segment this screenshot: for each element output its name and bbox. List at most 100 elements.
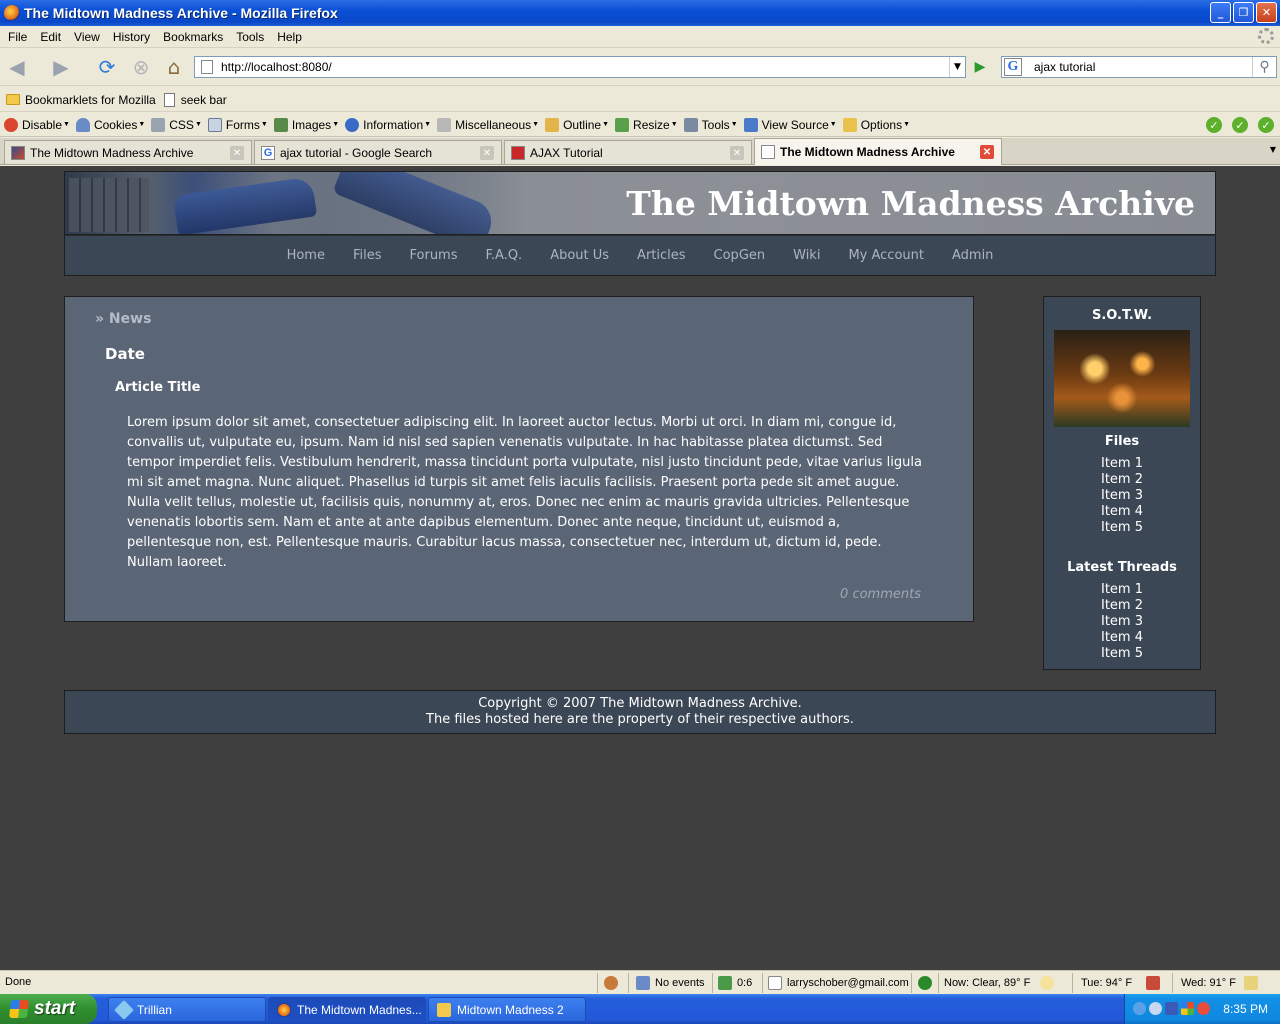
header-photo [65,172,525,234]
tab-close-icon[interactable]: ✕ [230,146,244,160]
dev-label: Outline [563,117,602,132]
sotw-screenshot[interactable] [1054,330,1190,427]
tray-arrow-icon[interactable] [1133,1002,1146,1015]
gmail-status[interactable]: larryschober@gmail.com [768,975,909,991]
tab-list-dropdown-icon[interactable]: ▼ [1270,145,1276,154]
tab-midtown-archive-1[interactable]: The Midtown Madness Archive ✕ [4,140,252,164]
task-trillian[interactable]: Trillian [108,997,266,1022]
task-midtown-folder[interactable]: Midtown Madness 2 [428,997,586,1022]
thread-item[interactable]: Item 2 [1044,598,1200,614]
nav-copgen[interactable]: CopGen [714,248,766,263]
dev-forms-button[interactable]: Forms ▼ [207,117,268,132]
js-check-icon[interactable]: ✓ [1258,117,1274,133]
connection-status[interactable] [918,975,937,991]
menu-history[interactable]: History [108,30,158,44]
dev-options-button[interactable]: Options ▼ [842,117,910,132]
tray-app-icon[interactable] [1165,1002,1178,1015]
status-text: Done [5,976,32,988]
tab-close-icon[interactable]: ✕ [730,146,744,160]
dev-miscellaneous-button[interactable]: Miscellaneous ▼ [437,117,539,132]
nav-home[interactable]: Home [287,248,325,263]
nav-wiki[interactable]: Wiki [793,248,820,263]
close-button[interactable]: ✕ [1256,2,1277,23]
menu-bookmarks[interactable]: Bookmarks [158,30,231,44]
window-title: The Midtown Madness Archive - Mozilla Fi… [24,5,338,21]
thread-item[interactable]: Item 5 [1044,646,1200,662]
files-item[interactable]: Item 1 [1044,456,1200,472]
files-item[interactable]: Item 4 [1044,504,1200,520]
bookmark-folder[interactable]: Bookmarklets for Mozilla [6,93,156,107]
files-item[interactable]: Item 5 [1044,520,1200,536]
menu-file[interactable]: File [3,30,35,44]
menu-view[interactable]: View [69,30,108,44]
task-firefox[interactable]: The Midtown Madnes... [268,997,426,1022]
nav-admin[interactable]: Admin [952,248,993,263]
search-bar[interactable]: G ajax tutorial ⚲ [1001,56,1277,78]
download-status[interactable]: 0:6 [718,975,752,991]
dev-images-button[interactable]: Images ▼ [273,117,339,132]
weather-now[interactable]: Now: Clear, 89° F [944,975,1059,991]
monkey-icon[interactable] [604,975,623,991]
dev-resize-button[interactable]: Resize ▼ [615,117,678,132]
tab-google-search[interactable]: G ajax tutorial - Google Search ✕ [254,140,502,164]
status-bar: Done No events 0:6 larryschober@gmail.co… [0,970,1280,994]
bookmark-item[interactable]: seek bar [163,92,227,107]
files-item[interactable]: Item 3 [1044,488,1200,504]
dev-label: View Source [761,117,829,132]
windows-logo-icon [9,1000,29,1018]
go-icon[interactable]: ▶ [969,57,991,77]
menu-tools[interactable]: Tools [231,30,272,44]
home-icon[interactable]: ⌂ [161,55,187,79]
moon-icon [1040,976,1055,990]
tray-network-icon[interactable] [1149,1002,1162,1015]
back-icon[interactable]: ◀ [4,55,30,79]
dev-outline-button[interactable]: Outline ▼ [545,117,609,132]
stop-icon[interactable]: ⊗ [128,55,154,79]
dev-cookies-button[interactable]: Cookies ▼ [75,117,145,132]
menu-help[interactable]: Help [272,30,310,44]
nav-faq[interactable]: F.A.Q. [486,248,523,263]
search-input[interactable]: ajax tutorial [1034,60,1095,74]
minimize-button[interactable]: _ [1210,2,1231,23]
dev-css-button[interactable]: CSS ▼ [151,117,202,132]
start-button[interactable]: start [0,994,97,1024]
article-title: Article Title [115,380,201,395]
maximize-button[interactable]: ❐ [1233,2,1254,23]
tray-windows-icon[interactable] [1181,1002,1194,1015]
nav-articles[interactable]: Articles [637,248,685,263]
tab-ajax-tutorial[interactable]: AJAX Tutorial ✕ [504,140,752,164]
nav-files[interactable]: Files [353,248,382,263]
nav-about-us[interactable]: About Us [550,248,609,263]
menu-edit[interactable]: Edit [35,30,69,44]
forward-icon[interactable]: ▶ [48,55,74,79]
dev-view-source-button[interactable]: View Source ▼ [743,117,837,132]
tab-label: The Midtown Madness Archive [30,145,194,160]
dev-disable-button[interactable]: Disable ▼ [4,117,70,132]
tray-chrome-icon[interactable] [1197,1002,1210,1015]
url-value[interactable]: http://localhost:8080/ [221,60,332,74]
thread-item[interactable]: Item 4 [1044,630,1200,646]
tab-midtown-archive-active[interactable]: The Midtown Madness Archive ✕ [754,138,1002,165]
css-check-icon[interactable]: ✓ [1232,117,1248,133]
url-bar[interactable]: http://localhost:8080/ ▼ [194,56,966,78]
validation-check-icon[interactable]: ✓ [1206,117,1222,133]
google-engine-icon[interactable]: G [1004,58,1022,76]
weather-wed[interactable]: Wed: 91° F [1181,975,1263,991]
nav-forums[interactable]: Forums [410,248,458,263]
weather-tue[interactable]: Tue: 94° F [1081,975,1165,991]
thread-item[interactable]: Item 3 [1044,614,1200,630]
calendar-status[interactable]: No events [636,975,705,991]
comments-link[interactable]: 0 comments [840,587,921,602]
cookies-icon [75,117,90,132]
nav-my-account[interactable]: My Account [848,248,924,263]
tab-close-icon[interactable]: ✕ [980,145,994,159]
search-icon[interactable]: ⚲ [1252,57,1276,77]
dev-tools-button[interactable]: Tools ▼ [683,117,738,132]
page-viewport: The Midtown Madness Archive Home Files F… [0,166,1280,970]
url-dropdown-icon[interactable]: ▼ [949,57,965,77]
reload-icon[interactable]: ⟳ [94,55,120,79]
dev-information-button[interactable]: Information ▼ [345,117,431,132]
files-item[interactable]: Item 2 [1044,472,1200,488]
tab-close-icon[interactable]: ✕ [480,146,494,160]
thread-item[interactable]: Item 1 [1044,582,1200,598]
